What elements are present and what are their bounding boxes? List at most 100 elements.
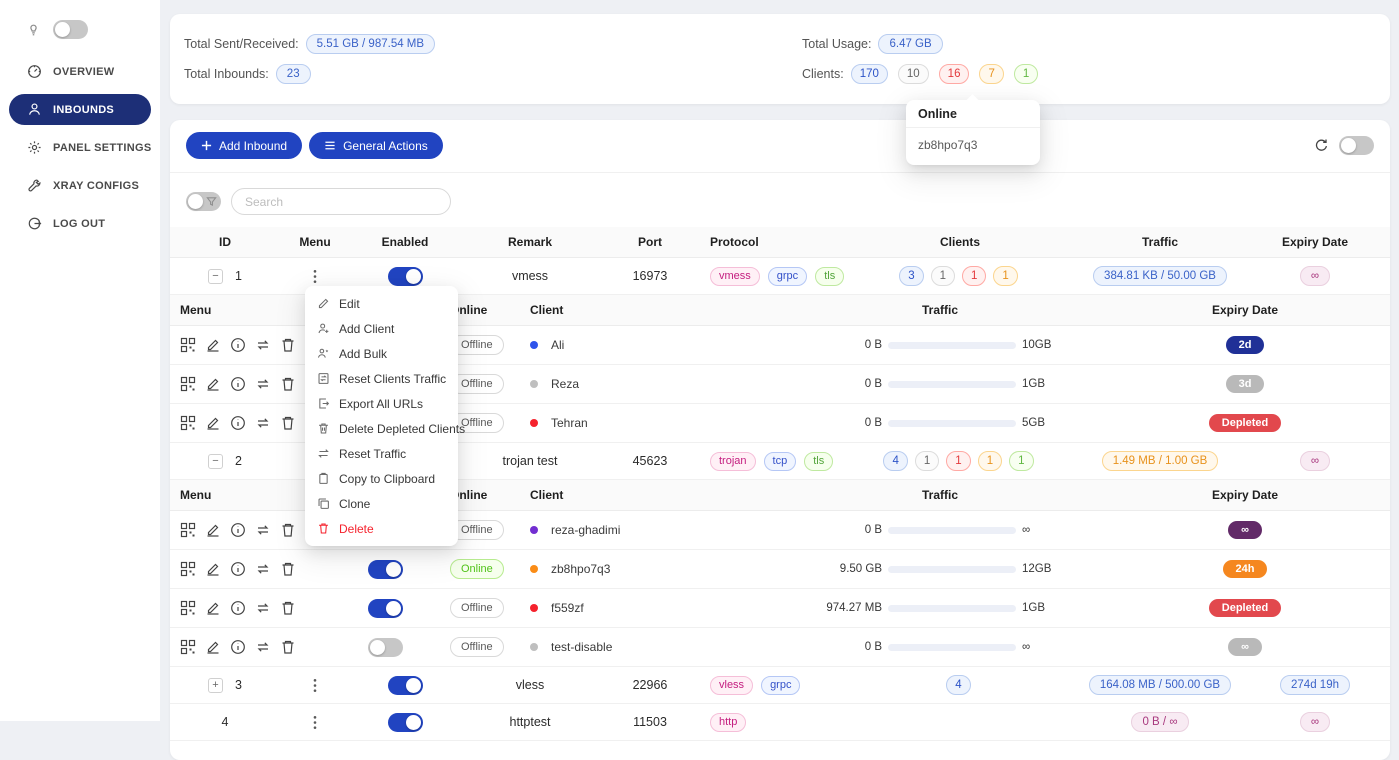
filter-toggle[interactable] bbox=[186, 192, 221, 211]
info-icon[interactable] bbox=[230, 561, 246, 577]
clients-depleted-badge[interactable]: 1 bbox=[946, 451, 970, 471]
trash-icon[interactable] bbox=[280, 337, 296, 353]
qrcode-icon[interactable] bbox=[180, 522, 196, 538]
clients-expiring-badge[interactable]: 7 bbox=[979, 64, 1003, 84]
theme-toggle[interactable] bbox=[53, 20, 88, 39]
sidebar-item-inbounds[interactable]: INBOUNDS bbox=[9, 94, 151, 125]
general-actions-button[interactable]: General Actions bbox=[309, 132, 443, 159]
protocol-tag: tls bbox=[815, 267, 844, 286]
col-header-enabled: Enabled bbox=[350, 235, 460, 249]
trash-icon[interactable] bbox=[280, 415, 296, 431]
auto-refresh-toggle[interactable] bbox=[1339, 136, 1374, 155]
info-icon[interactable] bbox=[230, 639, 246, 655]
user-icon bbox=[27, 102, 42, 117]
clients-online-badge[interactable]: 1 bbox=[1014, 64, 1038, 84]
trash-icon[interactable] bbox=[280, 522, 296, 538]
qrcode-icon[interactable] bbox=[180, 337, 196, 353]
qrcode-icon[interactable] bbox=[180, 639, 196, 655]
menu-item-delete[interactable]: Delete bbox=[310, 516, 453, 541]
client-enabled-toggle[interactable] bbox=[368, 599, 403, 618]
clients-expiring-badge[interactable]: 1 bbox=[978, 451, 1002, 471]
clients-deactivated-badge[interactable]: 1 bbox=[915, 451, 939, 471]
menu-item-copy-to-clipboard[interactable]: Copy to Clipboard bbox=[310, 466, 453, 491]
trash-icon[interactable] bbox=[280, 600, 296, 616]
clients-depleted-badge[interactable]: 1 bbox=[962, 266, 986, 286]
refresh-icon[interactable] bbox=[1314, 138, 1329, 153]
clients-deactivated-badge[interactable]: 1 bbox=[931, 266, 955, 286]
client-enabled-toggle[interactable] bbox=[368, 638, 403, 657]
inbound-menu-trigger[interactable] bbox=[307, 676, 323, 695]
info-icon[interactable] bbox=[230, 376, 246, 392]
sidebar-item-xray-configs[interactable]: XRAY CONFIGS bbox=[9, 170, 151, 201]
qrcode-icon[interactable] bbox=[180, 376, 196, 392]
clients-total-badge[interactable]: 170 bbox=[851, 64, 888, 84]
qrcode-icon[interactable] bbox=[180, 600, 196, 616]
menu-item-delete-depleted-clients[interactable]: Delete Depleted Clients bbox=[310, 416, 453, 441]
menu-item-reset-clients-traffic[interactable]: Reset Clients Traffic bbox=[310, 366, 453, 391]
clients-total-badge[interactable]: 4 bbox=[946, 675, 970, 695]
dashboard-icon bbox=[27, 64, 42, 79]
sidebar-item-log-out[interactable]: LOG OUT bbox=[9, 208, 151, 239]
clients-depleted-badge[interactable]: 16 bbox=[939, 64, 970, 84]
client-row: Online zb8hpo7q3 9.50 GB 12GB 24h bbox=[170, 550, 1390, 589]
edit-icon[interactable] bbox=[205, 522, 221, 538]
reset-traffic-icon[interactable] bbox=[255, 561, 271, 577]
collapse-row-button[interactable]: − bbox=[208, 269, 223, 284]
qrcode-icon[interactable] bbox=[180, 561, 196, 577]
stat-label: Total Usage: bbox=[802, 37, 871, 51]
client-status-pill: Offline bbox=[450, 374, 504, 394]
edit-icon bbox=[317, 297, 330, 310]
menu-item-add-bulk[interactable]: Add Bulk bbox=[310, 341, 453, 366]
clients-total-badge[interactable]: 3 bbox=[899, 266, 923, 286]
menu-item-export-all-urls[interactable]: Export All URLs bbox=[310, 391, 453, 416]
info-icon[interactable] bbox=[230, 337, 246, 353]
reset-traffic-icon[interactable] bbox=[255, 376, 271, 392]
trash-icon[interactable] bbox=[280, 376, 296, 392]
expand-row-button[interactable]: + bbox=[208, 678, 223, 693]
clients-total-badge[interactable]: 4 bbox=[883, 451, 907, 471]
reset-traffic-icon[interactable] bbox=[255, 337, 271, 353]
reset-traffic-icon[interactable] bbox=[255, 600, 271, 616]
stat-total-inbounds: Total Inbounds: 23 bbox=[184, 64, 802, 84]
traffic-used: 0 B bbox=[818, 641, 882, 653]
menu-item-edit[interactable]: Edit bbox=[310, 291, 453, 316]
reset-traffic-icon[interactable] bbox=[255, 639, 271, 655]
reset-traffic-icon[interactable] bbox=[255, 415, 271, 431]
clients-deactivated-badge[interactable]: 10 bbox=[898, 64, 929, 84]
clients-online-badge[interactable]: 1 bbox=[1009, 451, 1033, 471]
traffic-limit: ∞ bbox=[1022, 524, 1062, 536]
inbound-menu-trigger[interactable] bbox=[307, 713, 323, 732]
info-icon[interactable] bbox=[230, 415, 246, 431]
reset-traffic-icon[interactable] bbox=[255, 522, 271, 538]
edit-icon[interactable] bbox=[205, 337, 221, 353]
qrcode-icon[interactable] bbox=[180, 415, 196, 431]
inbound-enabled-toggle[interactable] bbox=[388, 713, 423, 732]
inbound-enabled-toggle[interactable] bbox=[388, 676, 423, 695]
edit-icon[interactable] bbox=[205, 600, 221, 616]
search-input[interactable] bbox=[231, 188, 451, 215]
info-icon[interactable] bbox=[230, 522, 246, 538]
edit-icon[interactable] bbox=[205, 561, 221, 577]
sidebar-item-overview[interactable]: OVERVIEW bbox=[9, 56, 151, 87]
sub-header-expiry: Expiry Date bbox=[1110, 488, 1380, 502]
edit-icon[interactable] bbox=[205, 639, 221, 655]
stat-clients: Clients: 170 10 16 7 1 bbox=[802, 64, 1041, 84]
trash-icon[interactable] bbox=[280, 639, 296, 655]
edit-icon[interactable] bbox=[205, 376, 221, 392]
inbound-menu-trigger[interactable] bbox=[307, 267, 323, 286]
menu-item-clone[interactable]: Clone bbox=[310, 491, 453, 516]
inbound-enabled-toggle[interactable] bbox=[388, 267, 423, 286]
edit-icon[interactable] bbox=[205, 415, 221, 431]
trash-icon[interactable] bbox=[280, 561, 296, 577]
clients-expiring-badge[interactable]: 1 bbox=[993, 266, 1017, 286]
traffic-limit: 5GB bbox=[1022, 417, 1062, 429]
add-inbound-button[interactable]: Add Inbound bbox=[186, 132, 302, 159]
stat-sent-received: Total Sent/Received: 5.51 GB / 987.54 MB bbox=[184, 34, 802, 54]
stat-value-badge: 5.51 GB / 987.54 MB bbox=[306, 34, 435, 54]
info-icon[interactable] bbox=[230, 600, 246, 616]
collapse-row-button[interactable]: − bbox=[208, 454, 223, 469]
menu-item-add-client[interactable]: Add Client bbox=[310, 316, 453, 341]
sidebar-item-panel-settings[interactable]: PANEL SETTINGS bbox=[9, 132, 151, 163]
client-enabled-toggle[interactable] bbox=[368, 560, 403, 579]
menu-item-reset-traffic[interactable]: Reset Traffic bbox=[310, 441, 453, 466]
